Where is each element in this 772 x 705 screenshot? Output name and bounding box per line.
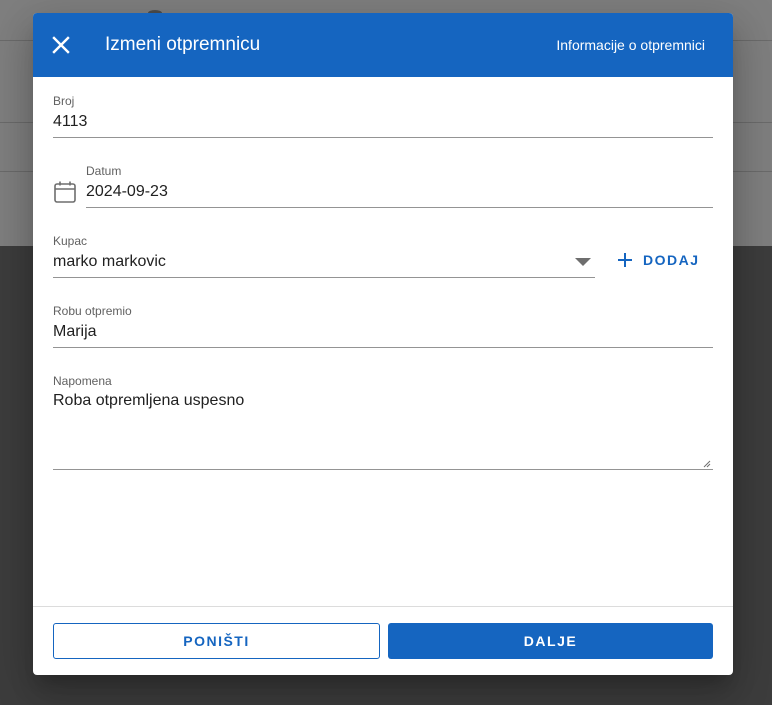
add-customer-label: DODAJ [643, 252, 700, 268]
plus-icon [618, 253, 632, 267]
close-button[interactable] [45, 29, 77, 61]
chevron-down-icon[interactable] [575, 258, 591, 266]
calendar-icon[interactable] [53, 180, 77, 204]
close-icon [52, 36, 70, 54]
broj-label: Broj [53, 94, 75, 108]
edit-shipment-dialog: Izmeni otpremnicu Informacije o otpremni… [33, 13, 733, 675]
napomena-label: Napomena [53, 374, 112, 388]
napomena-field[interactable]: Napomena Roba otpremljena uspesno [53, 374, 713, 471]
next-button[interactable]: DALJE [388, 623, 713, 659]
cancel-button[interactable]: PONIŠTI [53, 623, 380, 659]
robu-otpremio-label: Robu otpremio [53, 304, 132, 318]
napomena-textarea[interactable]: Roba otpremljena uspesno [53, 391, 244, 411]
kupac-label: Kupac [53, 234, 88, 248]
datum-field[interactable]: Datum 2024-09-23 [86, 164, 713, 209]
datum-label: Datum [86, 164, 122, 178]
napomena-underline [53, 469, 713, 470]
shipment-info-tab[interactable]: Informacije o otpremnici [556, 36, 705, 54]
dialog-title: Izmeni otpremnicu [105, 34, 261, 55]
dialog-header: Izmeni otpremnicu Informacije o otpremni… [33, 13, 733, 77]
robu-otpremio-field[interactable]: Robu otpremio Marija [53, 304, 713, 349]
add-customer-button[interactable]: DODAJ [616, 247, 700, 273]
broj-underline [53, 137, 713, 138]
broj-field[interactable]: Broj 4113 [53, 94, 713, 139]
datum-underline [86, 207, 713, 208]
kupac-field[interactable]: Kupac marko markovic [53, 234, 595, 279]
kupac-underline [53, 277, 595, 278]
broj-input[interactable]: 4113 [53, 112, 87, 132]
footer-divider [33, 606, 733, 607]
kupac-select[interactable]: marko markovic [53, 252, 166, 272]
robu-otpremio-input[interactable]: Marija [53, 322, 97, 342]
datum-input[interactable]: 2024-09-23 [86, 182, 168, 202]
robu-otpremio-underline [53, 347, 713, 348]
resize-handle-icon[interactable] [703, 460, 711, 468]
